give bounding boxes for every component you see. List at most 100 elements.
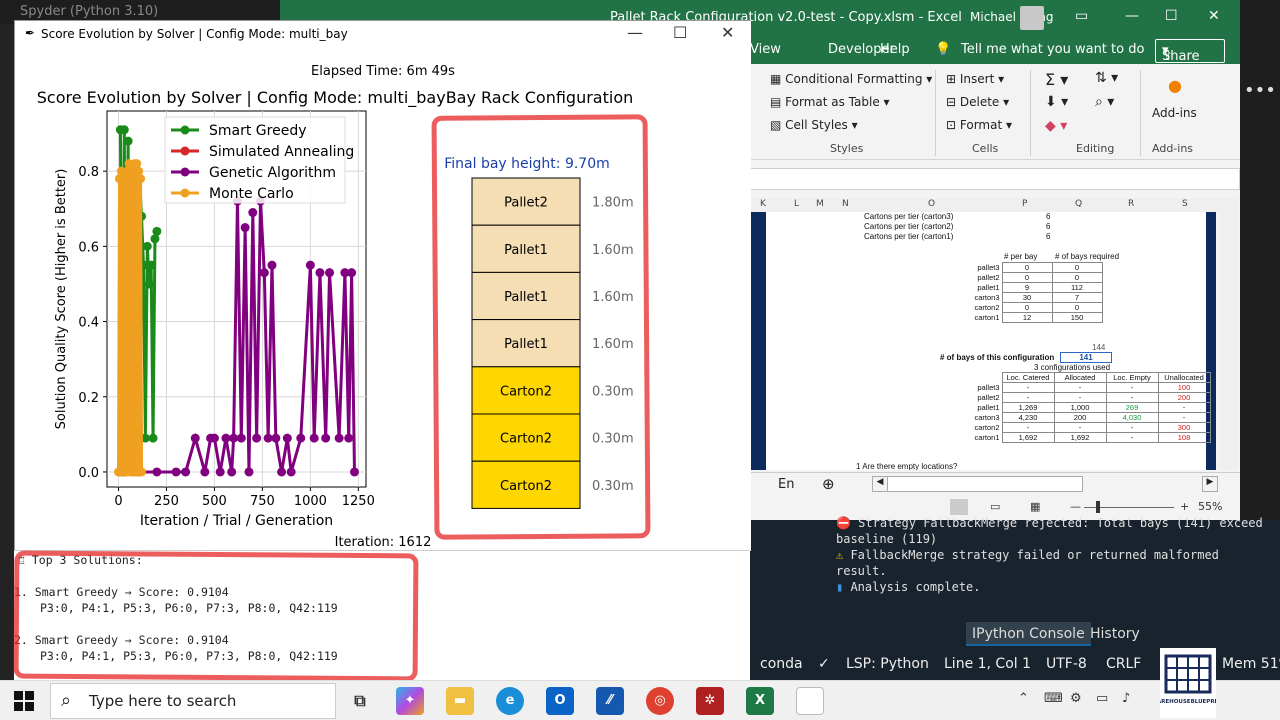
azure-icon[interactable]: ⁄⁄ <box>596 687 624 715</box>
table-cell[interactable]: - <box>1105 432 1159 443</box>
volume-icon[interactable]: ♪ <box>1122 691 1130 706</box>
horizontal-scrollbar[interactable] <box>887 476 1083 492</box>
minimize-icon[interactable]: — <box>1125 8 1139 24</box>
maximize-icon[interactable]: ☐ <box>673 23 687 42</box>
page-layout-icon[interactable]: ▭ <box>990 500 1000 513</box>
windows-start-icon[interactable] <box>14 691 34 711</box>
worksheet-grid[interactable]: Cartons per tier (carton3) 6 Cartons per… <box>750 212 1216 470</box>
table-cell[interactable]: carton1 <box>972 313 1002 323</box>
share-button[interactable]: ⇪ Share ▾ <box>1155 39 1225 64</box>
delete-cells-button[interactable]: ⊟ Delete ▾ <box>946 95 1009 109</box>
table-cell[interactable]: 0 <box>1051 272 1103 283</box>
col-header[interactable]: K <box>760 199 766 209</box>
table-cell[interactable]: 1,269 <box>1001 402 1055 413</box>
cell-label[interactable]: 3 configurations used <box>1034 363 1110 372</box>
column-header[interactable]: Loc. Empty <box>1105 372 1159 383</box>
table-cell[interactable]: 150 <box>1051 312 1103 323</box>
table-cell[interactable]: 0 <box>1051 302 1103 313</box>
col-header[interactable]: S <box>1182 199 1188 209</box>
clear-icon[interactable]: ◆ ▾ <box>1045 118 1067 134</box>
table-cell[interactable]: carton2 <box>972 303 1002 313</box>
col-header[interactable]: N <box>842 199 849 209</box>
find-select-icon[interactable]: ⌕ ▾ <box>1095 94 1114 110</box>
table-cell[interactable]: - <box>1157 402 1211 413</box>
cell-value[interactable]: 6 <box>1046 212 1050 221</box>
table-cell[interactable]: carton2 <box>972 423 1002 433</box>
cell-label[interactable]: Cartons per tier (carton2) <box>864 222 953 231</box>
cell-label[interactable]: Cartons per tier (carton1) <box>864 232 953 241</box>
table-cell[interactable]: - <box>1001 382 1055 393</box>
col-header[interactable]: O <box>928 199 935 209</box>
autosum-icon[interactable]: Σ ▾ <box>1045 70 1068 89</box>
menu-view[interactable]: View <box>750 42 781 57</box>
network-icon[interactable]: ⌨ <box>1044 691 1063 706</box>
scroll-right-icon[interactable]: ▶ <box>1202 476 1218 492</box>
edge-icon[interactable]: e <box>496 687 524 715</box>
col-header[interactable]: M <box>816 199 824 209</box>
cell-label[interactable]: 1 Are there empty locations? <box>856 462 957 470</box>
table-cell[interactable]: pallet1 <box>972 283 1002 293</box>
table-cell[interactable]: 300 <box>1157 422 1211 433</box>
chrome-icon[interactable]: ◎ <box>646 687 674 715</box>
col-header[interactable]: L <box>794 199 799 209</box>
avatar[interactable] <box>1020 6 1044 30</box>
menu-help[interactable]: Help <box>880 42 910 57</box>
cell-label[interactable]: Cartons per tier (carton3) <box>864 212 953 221</box>
format-as-table-button[interactable]: ▤ Format as Table ▾ <box>770 95 890 109</box>
table-cell[interactable]: 200 <box>1053 412 1107 423</box>
table-cell[interactable]: 112 <box>1051 282 1103 293</box>
table-cell[interactable]: 200 <box>1157 392 1211 403</box>
table-cell[interactable]: - <box>1053 422 1107 433</box>
tab-history[interactable]: History <box>1084 622 1146 646</box>
table-cell[interactable]: - <box>1053 392 1107 403</box>
table-cell[interactable]: 1,000 <box>1053 402 1107 413</box>
cell-header[interactable]: # of bays required <box>1055 252 1119 261</box>
table-cell[interactable]: 0 <box>1001 262 1053 273</box>
more-options-icon[interactable]: ••• <box>1244 80 1276 101</box>
table-cell[interactable]: carton3 <box>972 413 1002 423</box>
bays-count-cell[interactable]: 141 <box>1060 352 1112 363</box>
format-cells-button[interactable]: ⊡ Format ▾ <box>946 118 1012 132</box>
copilot-icon[interactable]: ✦ <box>396 687 424 715</box>
table-cell[interactable]: 1,692 <box>1053 432 1107 443</box>
normal-view-icon[interactable] <box>950 499 968 515</box>
table-cell[interactable]: - <box>1053 382 1107 393</box>
tab-ipython-console[interactable]: IPython Console <box>966 622 1091 646</box>
table-cell[interactable]: 9 <box>1001 282 1053 293</box>
table-cell[interactable]: - <box>1105 392 1159 403</box>
cell-label[interactable]: # of bays of this configuration <box>940 353 1054 362</box>
table-cell[interactable]: pallet2 <box>972 393 1002 403</box>
table-cell[interactable]: pallet2 <box>972 273 1002 283</box>
table-cell[interactable]: - <box>1001 422 1055 433</box>
conda-env[interactable]: conda <box>760 656 803 672</box>
table-cell[interactable]: - <box>1105 382 1159 393</box>
add-ins-button[interactable]: Add-ins <box>1152 106 1197 120</box>
table-cell[interactable]: carton1 <box>972 433 1002 443</box>
table-cell[interactable]: 1,692 <box>1001 432 1055 443</box>
zoom-out-icon[interactable]: — <box>1070 500 1081 513</box>
cell-value[interactable]: 144 <box>1092 343 1105 352</box>
outlook-icon[interactable]: O <box>546 687 574 715</box>
zoom-in-icon[interactable]: + <box>1180 500 1189 513</box>
table-cell[interactable]: 0 <box>1051 262 1103 273</box>
insert-cells-button[interactable]: ⊞ Insert ▾ <box>946 72 1004 86</box>
column-header[interactable]: Allocated <box>1053 372 1107 383</box>
task-view-icon[interactable]: ⧉ <box>346 687 374 715</box>
settings-icon[interactable]: ⚙ <box>1070 691 1082 706</box>
table-cell[interactable]: 12 <box>1001 312 1053 323</box>
table-cell[interactable]: 4,230 <box>1001 412 1055 423</box>
tell-me-search[interactable]: Tell me what you want to do <box>961 42 1144 57</box>
close-icon[interactable]: ✕ <box>721 23 734 42</box>
fill-icon[interactable]: ⬇ ▾ <box>1045 94 1068 110</box>
document-icon[interactable] <box>796 687 824 715</box>
column-header[interactable]: Loc. Catered <box>1001 372 1055 383</box>
cell-value[interactable]: 6 <box>1046 232 1050 241</box>
chevron-up-icon[interactable]: ⌃ <box>1018 691 1029 706</box>
table-cell[interactable]: 108 <box>1157 432 1211 443</box>
close-icon[interactable]: ✕ <box>1208 8 1220 24</box>
figure-canvas[interactable]: Elapsed Time: 6m 49s Score Evolution by … <box>15 49 751 551</box>
sort-filter-icon[interactable]: ⇅ ▾ <box>1095 70 1118 86</box>
table-cell[interactable]: - <box>1001 392 1055 403</box>
vertical-scrollbar[interactable] <box>1220 198 1238 470</box>
column-header[interactable]: Unallocated <box>1157 372 1211 383</box>
